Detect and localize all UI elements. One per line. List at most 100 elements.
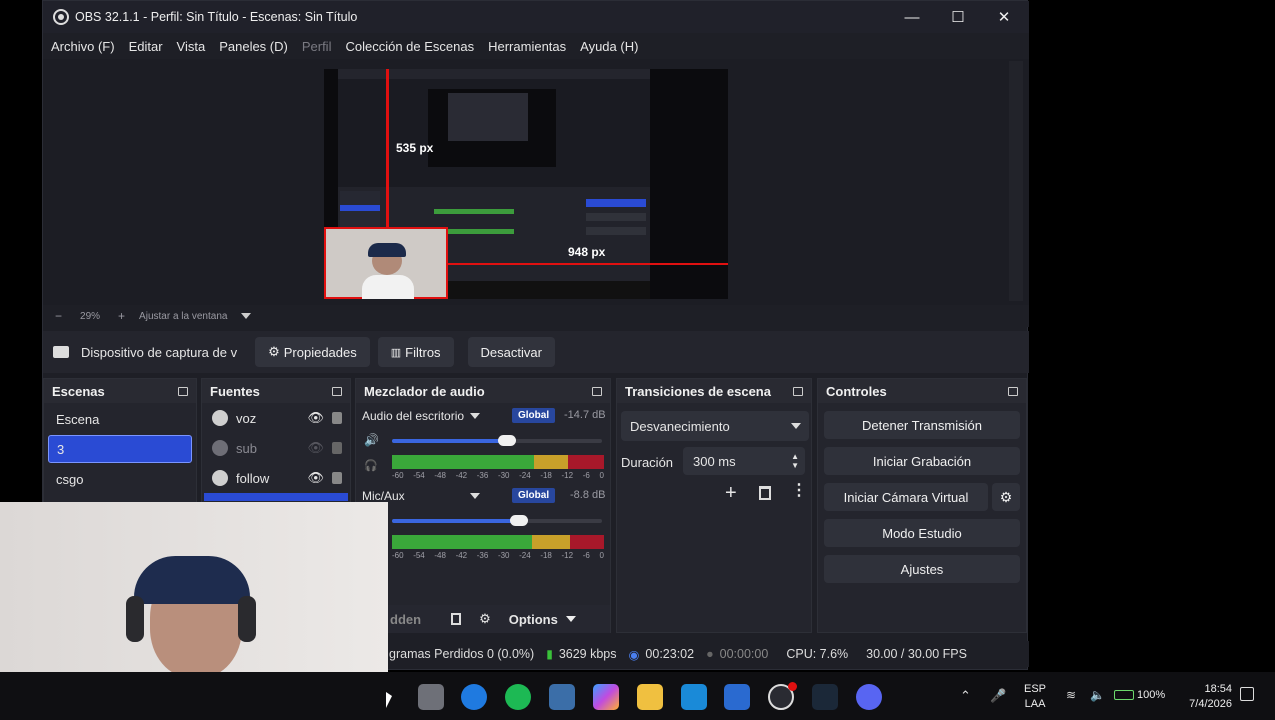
- volume-icon[interactable]: 🔈: [1090, 688, 1105, 702]
- source-item[interactable]: follow 👁: [202, 463, 350, 493]
- menu-vista[interactable]: Vista: [177, 39, 206, 54]
- lang-layout: LAA: [1024, 698, 1046, 710]
- zoom-in-button[interactable]: +: [118, 309, 125, 323]
- eye-icon[interactable]: 👁: [307, 470, 324, 486]
- volume-slider[interactable]: [392, 519, 602, 523]
- duration-label: Duración: [621, 455, 674, 470]
- more-options-icon[interactable]: ⋮: [791, 483, 807, 499]
- chevron-up-icon[interactable]: ⌃: [960, 688, 971, 704]
- undock-icon[interactable]: [592, 386, 602, 396]
- webcam-source-thumbnail[interactable]: [324, 227, 448, 299]
- settings-button[interactable]: Ajustes: [824, 555, 1020, 583]
- preview-canvas[interactable]: 535 px 948 px: [324, 69, 728, 299]
- mixer-footer: dden ⚙ Options: [356, 605, 610, 633]
- close-button[interactable]: ✕: [981, 1, 1027, 33]
- options-button[interactable]: Options: [509, 612, 558, 627]
- source-item-selected[interactable]: [204, 493, 348, 501]
- channel-name: Mic/Aux: [362, 489, 405, 503]
- mixer-header: Mezclador de audio: [356, 379, 610, 403]
- wifi-icon[interactable]: ≋: [1066, 688, 1076, 702]
- browser-source-icon: [212, 440, 228, 456]
- filters-button[interactable]: ▥ Filtros: [377, 337, 454, 367]
- battery-icon[interactable]: [1114, 690, 1134, 700]
- eye-icon[interactable]: 👁: [307, 410, 324, 426]
- lock-icon[interactable]: [332, 412, 342, 424]
- chevron-down-icon[interactable]: [470, 413, 480, 419]
- preview-area[interactable]: 535 px 948 px: [43, 59, 1029, 305]
- duration-field[interactable]: 300 ms ▲ ▼: [683, 447, 805, 475]
- chevron-down-icon[interactable]: [470, 493, 480, 499]
- undock-icon[interactable]: [793, 386, 803, 396]
- virtual-camera-settings-gear-icon[interactable]: ⚙: [992, 483, 1020, 511]
- browser-source-icon: [212, 470, 228, 486]
- transitions-dock: Transiciones de escena Desvanecimiento D…: [616, 378, 812, 633]
- menu-ayuda[interactable]: Ayuda (H): [580, 39, 638, 54]
- advanced-audio-icon[interactable]: ⚙: [479, 611, 491, 627]
- undock-icon[interactable]: [178, 386, 188, 396]
- eye-hidden-icon[interactable]: 👁: [307, 440, 324, 456]
- minimize-button[interactable]: —: [889, 1, 935, 33]
- store-icon[interactable]: [724, 684, 750, 710]
- deactivate-button[interactable]: Desactivar: [467, 337, 555, 367]
- volume-knob[interactable]: [510, 515, 529, 526]
- discord-icon[interactable]: [856, 684, 882, 710]
- filters-label: Filtros: [405, 344, 441, 360]
- controls-header: Controles: [818, 379, 1026, 403]
- speaker-icon[interactable]: 🔊: [364, 433, 379, 447]
- lock-icon[interactable]: [332, 472, 342, 484]
- stop-streaming-button[interactable]: Detener Transmisión: [824, 411, 1020, 439]
- file-app-icon[interactable]: [549, 684, 575, 710]
- edge-icon[interactable]: [461, 684, 487, 710]
- volume-knob[interactable]: [497, 435, 516, 446]
- stream-time: 00:23:02: [645, 647, 695, 661]
- chevron-down-icon[interactable]: [565, 616, 576, 622]
- transition-select[interactable]: Desvanecimiento: [621, 411, 809, 441]
- monitor-icon[interactable]: 🎧: [364, 459, 378, 472]
- camera-icon: [53, 346, 69, 358]
- menu-coleccion-escenas[interactable]: Colección de Escenas: [345, 39, 474, 54]
- spotify-icon[interactable]: [505, 684, 531, 710]
- undock-icon[interactable]: [1008, 386, 1018, 396]
- battery-percent: 100%: [1137, 689, 1166, 701]
- global-badge: Global: [512, 488, 556, 503]
- menu-perfil[interactable]: Perfil: [302, 39, 332, 54]
- app-icon[interactable]: [681, 684, 707, 710]
- copilot-icon[interactable]: [593, 684, 619, 710]
- start-recording-button[interactable]: Iniciar Grabación: [824, 447, 1020, 475]
- source-item[interactable]: sub 👁: [202, 433, 350, 463]
- menu-paneles[interactable]: Paneles (D): [219, 39, 288, 54]
- distance-label-vertical: 535 px: [396, 141, 434, 155]
- mic-icon[interactable]: 🎤: [990, 688, 1006, 704]
- zoom-dropdown-icon[interactable]: [241, 313, 252, 319]
- clock[interactable]: 18:54 7/4/2026: [1180, 682, 1232, 712]
- properties-button[interactable]: ⚙ Propiedades: [255, 337, 370, 367]
- zoom-out-button[interactable]: −: [55, 309, 62, 323]
- task-view-icon[interactable]: [418, 684, 444, 710]
- menu-herramientas[interactable]: Herramientas: [488, 39, 566, 54]
- menu-editar[interactable]: Editar: [129, 39, 163, 54]
- preview-scrollbar[interactable]: [1009, 61, 1023, 301]
- cap: [134, 556, 250, 604]
- menu-archivo[interactable]: Archivo (F): [51, 39, 115, 54]
- scene-item[interactable]: Escena: [48, 405, 192, 433]
- source-item[interactable]: voz 👁: [202, 403, 350, 433]
- undock-icon[interactable]: [332, 386, 342, 396]
- language-indicator[interactable]: ESP LAA: [1024, 682, 1046, 712]
- stepper-icon[interactable]: ▲ ▼: [791, 452, 799, 470]
- scenes-title: Escenas: [52, 383, 105, 399]
- steam-icon[interactable]: [812, 684, 838, 710]
- trash-icon[interactable]: [759, 486, 771, 500]
- lang-code: ESP: [1024, 683, 1047, 695]
- maximize-button[interactable]: ☐: [935, 1, 981, 33]
- scene-item[interactable]: csgo: [48, 465, 192, 493]
- audio-mixer-dock: Mezclador de audio Audio del escritorio …: [355, 378, 611, 633]
- scene-item-selected[interactable]: 3: [48, 435, 192, 463]
- add-transition-icon[interactable]: +: [725, 483, 737, 503]
- file-explorer-icon[interactable]: [637, 684, 663, 710]
- layout-icon[interactable]: [451, 613, 462, 625]
- chevron-down-icon[interactable]: [791, 423, 801, 429]
- lock-icon[interactable]: [332, 442, 342, 454]
- notification-icon[interactable]: [1240, 687, 1254, 701]
- start-virtual-camera-button[interactable]: Iniciar Cámara Virtual: [824, 483, 988, 511]
- studio-mode-button[interactable]: Modo Estudio: [824, 519, 1020, 547]
